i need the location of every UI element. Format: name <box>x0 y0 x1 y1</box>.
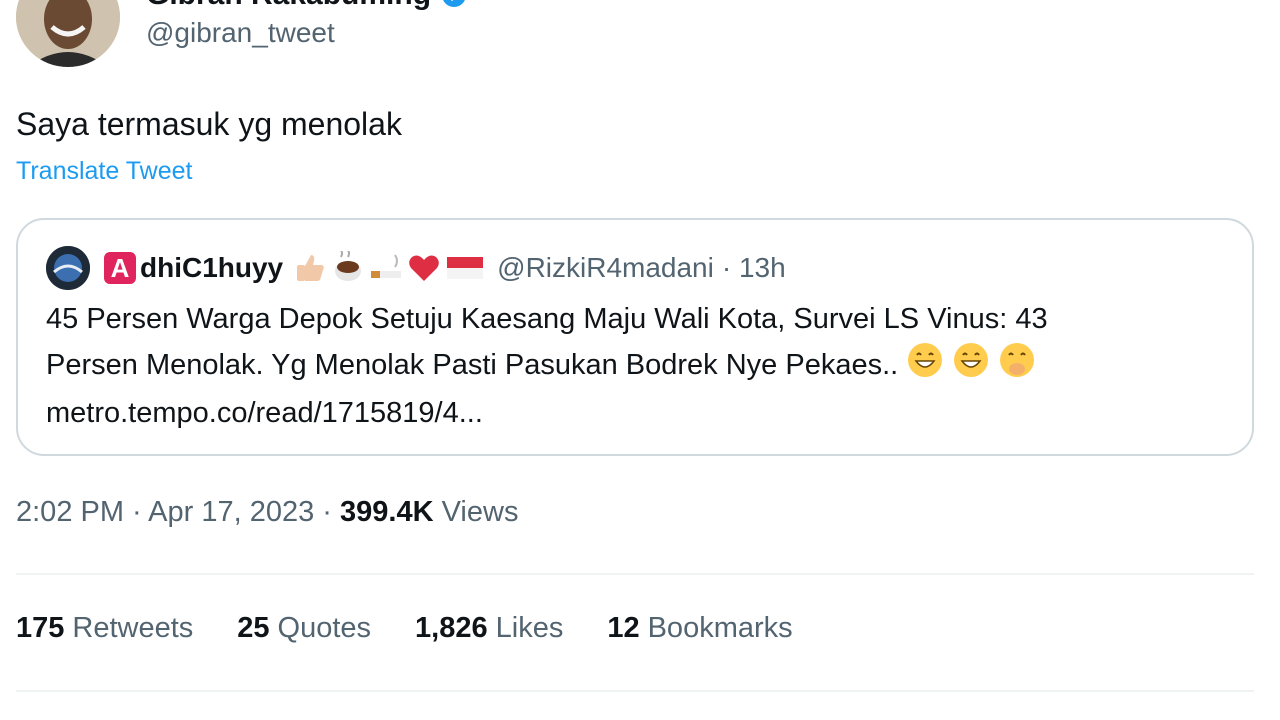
author-display-name[interactable]: Gibran Rakabuming <box>146 0 467 12</box>
quotes-stat[interactable]: 25 Quotes <box>237 612 371 645</box>
likes-count: 1,826 <box>415 612 488 644</box>
indonesia-flag-icon <box>447 257 484 279</box>
tweet-text: Saya termasuk yg menolak <box>16 106 402 142</box>
quotes-count: 25 <box>237 612 270 644</box>
likes-label: Likes <box>495 612 564 644</box>
tweet-time[interactable]: 2:02 PM <box>16 496 124 528</box>
translate-tweet-link[interactable]: Translate Tweet <box>16 157 192 186</box>
quotes-label: Quotes <box>277 612 372 644</box>
quoted-text-line2: Persen Menolak. Yg Menolak Pasti Pasukan… <box>46 349 899 382</box>
views-count: 399.4K <box>340 496 434 528</box>
tweet-meta: 2:02 PM · Apr 17, 2023 · 399.4K Views <box>16 496 518 529</box>
quoted-display-name: dhiC1huyy <box>140 252 284 283</box>
bookmarks-label: Bookmarks <box>647 612 793 644</box>
bookmarks-stat[interactable]: 12 Bookmarks <box>607 612 792 645</box>
retweets-label: Retweets <box>72 612 194 644</box>
divider <box>16 690 1254 692</box>
quoted-text-line2-container: Persen Menolak. Yg Menolak Pasti Pasukan… <box>46 341 1226 392</box>
coffee-icon <box>335 251 362 281</box>
quoted-tweet-card[interactable]: A dhiC1huyy @RizkiR4madani · 13h 45 Pers… <box>16 218 1254 456</box>
verified-badge-icon <box>441 0 467 8</box>
divider <box>16 573 1254 575</box>
thumbs-up-icon <box>297 255 324 281</box>
meta-separator-2: · <box>314 496 341 528</box>
cigarette-icon <box>371 254 402 278</box>
engagement-stats: 175 Retweets 25 Quotes 1,826 Likes 12 Bookma… <box>16 612 793 645</box>
heart-icon <box>409 255 439 281</box>
views-label: Views <box>441 496 519 528</box>
retweets-stat[interactable]: 175 Retweets <box>16 612 193 645</box>
quoted-author-avatar <box>46 246 90 290</box>
meta-separator: · <box>124 496 149 528</box>
quoted-handle: @RizkiR4madani <box>497 252 714 283</box>
quoted-link[interactable]: metro.tempo.co/read/1715819/4... <box>46 392 1226 435</box>
grinning-emoji-icon <box>952 341 990 392</box>
grinning-emoji-icon <box>906 341 944 392</box>
quoted-tweet-body: 45 Persen Warga Depok Setuju Kaesang Maj… <box>46 298 1226 435</box>
quoted-time: · 13h <box>721 252 786 283</box>
quoted-text-line1: 45 Persen Warga Depok Setuju Kaesang Maj… <box>46 303 1048 335</box>
author-name-text: Gibran Rakabuming <box>146 0 431 12</box>
likes-stat[interactable]: 1,826 Likes <box>415 612 563 645</box>
giggle-emoji-icon <box>998 341 1036 392</box>
tweet-date[interactable]: Apr 17, 2023 <box>148 496 314 528</box>
quoted-name-badge: A <box>104 252 136 284</box>
author-handle[interactable]: @gibran_tweet <box>146 17 335 49</box>
quoted-name-emojis <box>293 251 485 285</box>
quoted-tweet-header: A dhiC1huyy @RizkiR4madani · 13h <box>46 246 786 290</box>
author-avatar[interactable] <box>16 0 120 67</box>
retweets-count: 175 <box>16 612 65 644</box>
bookmarks-count: 12 <box>607 612 640 644</box>
